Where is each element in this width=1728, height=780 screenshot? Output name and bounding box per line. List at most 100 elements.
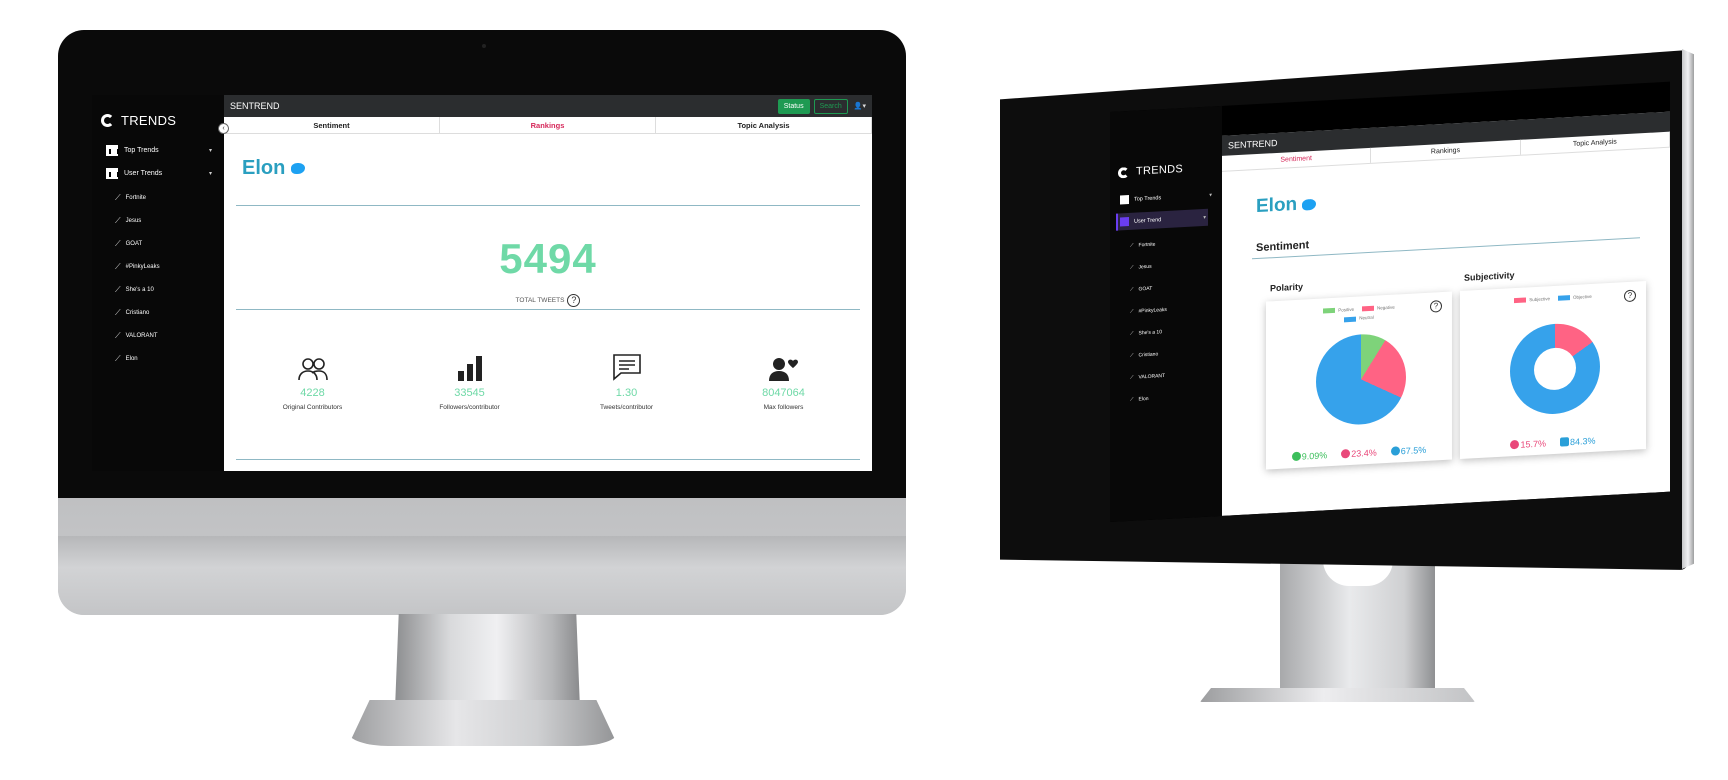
legend-item[interactable]: Neutral bbox=[1344, 315, 1374, 322]
legend-item[interactable]: Negative bbox=[1362, 305, 1395, 312]
sidebar-item-label: Top Trends bbox=[1134, 194, 1162, 203]
tab-topic-analysis[interactable]: Topic Analysis bbox=[656, 117, 872, 133]
sidebar-item-label: Top Trends bbox=[124, 147, 159, 154]
sidebar-subitem[interactable]: ⟋ She's a 10 bbox=[1130, 329, 1162, 337]
sidebar-subitem[interactable]: ⟋ VALORANT bbox=[1130, 373, 1165, 381]
user-menu-icon[interactable]: 👤▾ bbox=[854, 102, 866, 110]
objective-percent: 84.3% bbox=[1560, 436, 1596, 448]
sidebar-item-top-trends[interactable]: Top Trends ▾ bbox=[106, 145, 212, 156]
positive-percent: 9.09% bbox=[1291, 450, 1328, 462]
sidebar-subitem[interactable]: ⟋ Elon bbox=[115, 354, 138, 364]
polarity-percents: 9.09% 23.4% 67.5% bbox=[1266, 443, 1452, 463]
chevron-down-icon: ▾ bbox=[208, 148, 212, 154]
sidebar-subitem-label: #PinkyLeaks bbox=[125, 264, 160, 270]
bar-chart-icon bbox=[1120, 216, 1129, 227]
stat-label: Original Contributors bbox=[282, 404, 343, 411]
stat-label: Followers/contributor bbox=[439, 404, 500, 411]
sidebar-subitem-label: GOAT bbox=[125, 241, 143, 247]
chat-icon bbox=[548, 351, 705, 381]
sidebar-subitem[interactable]: ⟋ Fortnite bbox=[1130, 242, 1155, 249]
twitter-icon bbox=[1302, 198, 1317, 211]
sidebar-subitem-label: Jesus bbox=[1138, 263, 1152, 271]
sidebar-subitem[interactable]: ⟋ She's a 10 bbox=[115, 285, 154, 295]
sidebar-subitem[interactable]: ⟋ VALORANT bbox=[115, 331, 158, 341]
sidebar: TRENDS Top Trends ▾ User Trends ▾ ⟋ Fortnit… bbox=[92, 95, 224, 471]
left-screen: TRENDS Top Trends ▾ User Trends ▾ ⟋ Fortnit… bbox=[92, 95, 872, 471]
sidebar-subitem[interactable]: ⟋ Cristiano bbox=[1130, 351, 1158, 359]
status-button[interactable]: Status bbox=[777, 98, 810, 114]
quote-icon bbox=[1560, 437, 1569, 447]
stat-label: Tweets/contributor bbox=[599, 404, 654, 411]
sidebar-toggle-button[interactable]: ‹ bbox=[218, 123, 229, 134]
sidebar-subitem-label: Cristiano bbox=[1138, 351, 1159, 359]
sidebar-subitem[interactable]: ⟋ GOAT bbox=[1130, 286, 1152, 293]
chevron-down-icon: ▾ bbox=[1203, 214, 1206, 221]
polarity-legend: Positive Negative Neutral bbox=[1266, 301, 1452, 326]
negative-percent: 23.4% bbox=[1341, 448, 1377, 460]
legend-label: Positive bbox=[1338, 306, 1354, 313]
page-title: Elon bbox=[242, 157, 306, 180]
donut-hole bbox=[1534, 346, 1576, 392]
subjectivity-card: ? Subjective Objective 15.7% 84.3% bbox=[1460, 280, 1646, 460]
polarity-pie-chart[interactable] bbox=[1316, 331, 1406, 427]
stat-value: 8047064 bbox=[762, 387, 805, 399]
smile-icon bbox=[1291, 451, 1301, 462]
trend-icon: ⟋ bbox=[1130, 286, 1134, 293]
legend-item[interactable]: Objective bbox=[1558, 294, 1592, 302]
sidebar-subitem[interactable]: ⟋ GOAT bbox=[115, 239, 142, 249]
sidebar-subitem-label: GOAT bbox=[1138, 285, 1153, 293]
sidebar-subitem[interactable]: ⟋ Jesus bbox=[115, 216, 141, 226]
search-button[interactable]: Search bbox=[813, 98, 848, 114]
sidebar-item-user-trends[interactable]: User Trends ▾ bbox=[106, 168, 212, 179]
divider bbox=[1252, 237, 1640, 260]
app-name: SENTREND bbox=[1228, 137, 1278, 151]
speech-bubble-icon bbox=[1510, 439, 1520, 450]
brand[interactable]: TRENDS bbox=[1118, 163, 1183, 179]
sidebar-subitem[interactable]: ⟋ Elon bbox=[1130, 396, 1149, 403]
trend-icon: ⟋ bbox=[1130, 264, 1134, 271]
polarity-title: Polarity bbox=[1270, 281, 1304, 294]
sidebar-subitem-label: She's a 10 bbox=[1138, 329, 1162, 337]
percent-value: 9.09% bbox=[1301, 450, 1328, 462]
stat-tweets-per-contributor: 1.30 Tweets/contributor bbox=[548, 351, 705, 411]
chevron-down-icon: ▾ bbox=[208, 171, 212, 177]
sidebar-subitem[interactable]: ⟋ #PinkyLeaks bbox=[1130, 307, 1167, 315]
sidebar-subitem[interactable]: ⟋ Cristiano bbox=[115, 308, 149, 318]
sidebar-subitem[interactable]: ⟋ #PinkyLeaks bbox=[115, 262, 160, 272]
user-name: Elon bbox=[242, 157, 286, 179]
stat-label: Max followers bbox=[763, 404, 804, 411]
brand[interactable]: TRENDS bbox=[101, 113, 176, 128]
bar-chart-icon bbox=[1120, 194, 1129, 205]
help-icon[interactable]: ? bbox=[567, 294, 581, 307]
sidebar-item-user-trend[interactable]: User Trend ▾ bbox=[1116, 208, 1208, 231]
sidebar-subitem-label: Jesus bbox=[125, 218, 142, 224]
percent-value: 15.7% bbox=[1520, 438, 1546, 450]
total-tweets-value: 5494 bbox=[499, 235, 597, 282]
total-tweets-label: TOTAL TWEETS bbox=[515, 297, 565, 304]
stat-value: 1.30 bbox=[615, 387, 638, 399]
right-screen: TRENDS Top Trends ▾ User Trend ▾ ⟋ Fortnite… bbox=[1110, 81, 1670, 523]
legend-item[interactable]: Positive bbox=[1323, 307, 1354, 314]
user-heart-icon bbox=[705, 351, 862, 381]
sidebar-item-label: User Trends bbox=[124, 170, 163, 177]
tab-rankings[interactable]: Rankings bbox=[440, 117, 656, 133]
sidebar-subitem-label: Elon bbox=[125, 356, 138, 362]
subjectivity-donut-chart[interactable] bbox=[1510, 321, 1600, 417]
divider bbox=[236, 205, 860, 206]
legend-item[interactable]: Subjective bbox=[1514, 296, 1550, 304]
subjectivity-title: Subjectivity bbox=[1464, 270, 1515, 283]
sidebar-subitem-label: Fortnite bbox=[1138, 241, 1156, 249]
neutral-face-icon bbox=[1390, 446, 1400, 456]
main-app: SENTREND Sentiment Rankings Topic Analys… bbox=[1222, 111, 1670, 516]
top-bar: SENTREND Status Search 👤▾ bbox=[224, 95, 872, 117]
left-monitor: TRENDS Top Trends ▾ User Trends ▾ ⟋ Fortnit… bbox=[58, 30, 906, 615]
users-icon bbox=[234, 351, 391, 381]
user-name: Elon bbox=[1256, 193, 1298, 218]
trend-icon: ⟋ bbox=[1130, 308, 1134, 315]
tab-sentiment[interactable]: Sentiment bbox=[224, 117, 440, 133]
legend-label: Neutral bbox=[1359, 315, 1374, 321]
sidebar-subitem[interactable]: ⟋ Fortnite bbox=[115, 193, 146, 203]
sidebar-subitem[interactable]: ⟋ Jesus bbox=[1130, 264, 1152, 271]
sidebar-item-top-trends[interactable]: Top Trends ▾ bbox=[1120, 190, 1212, 205]
trend-icon: ⟋ bbox=[115, 285, 121, 294]
